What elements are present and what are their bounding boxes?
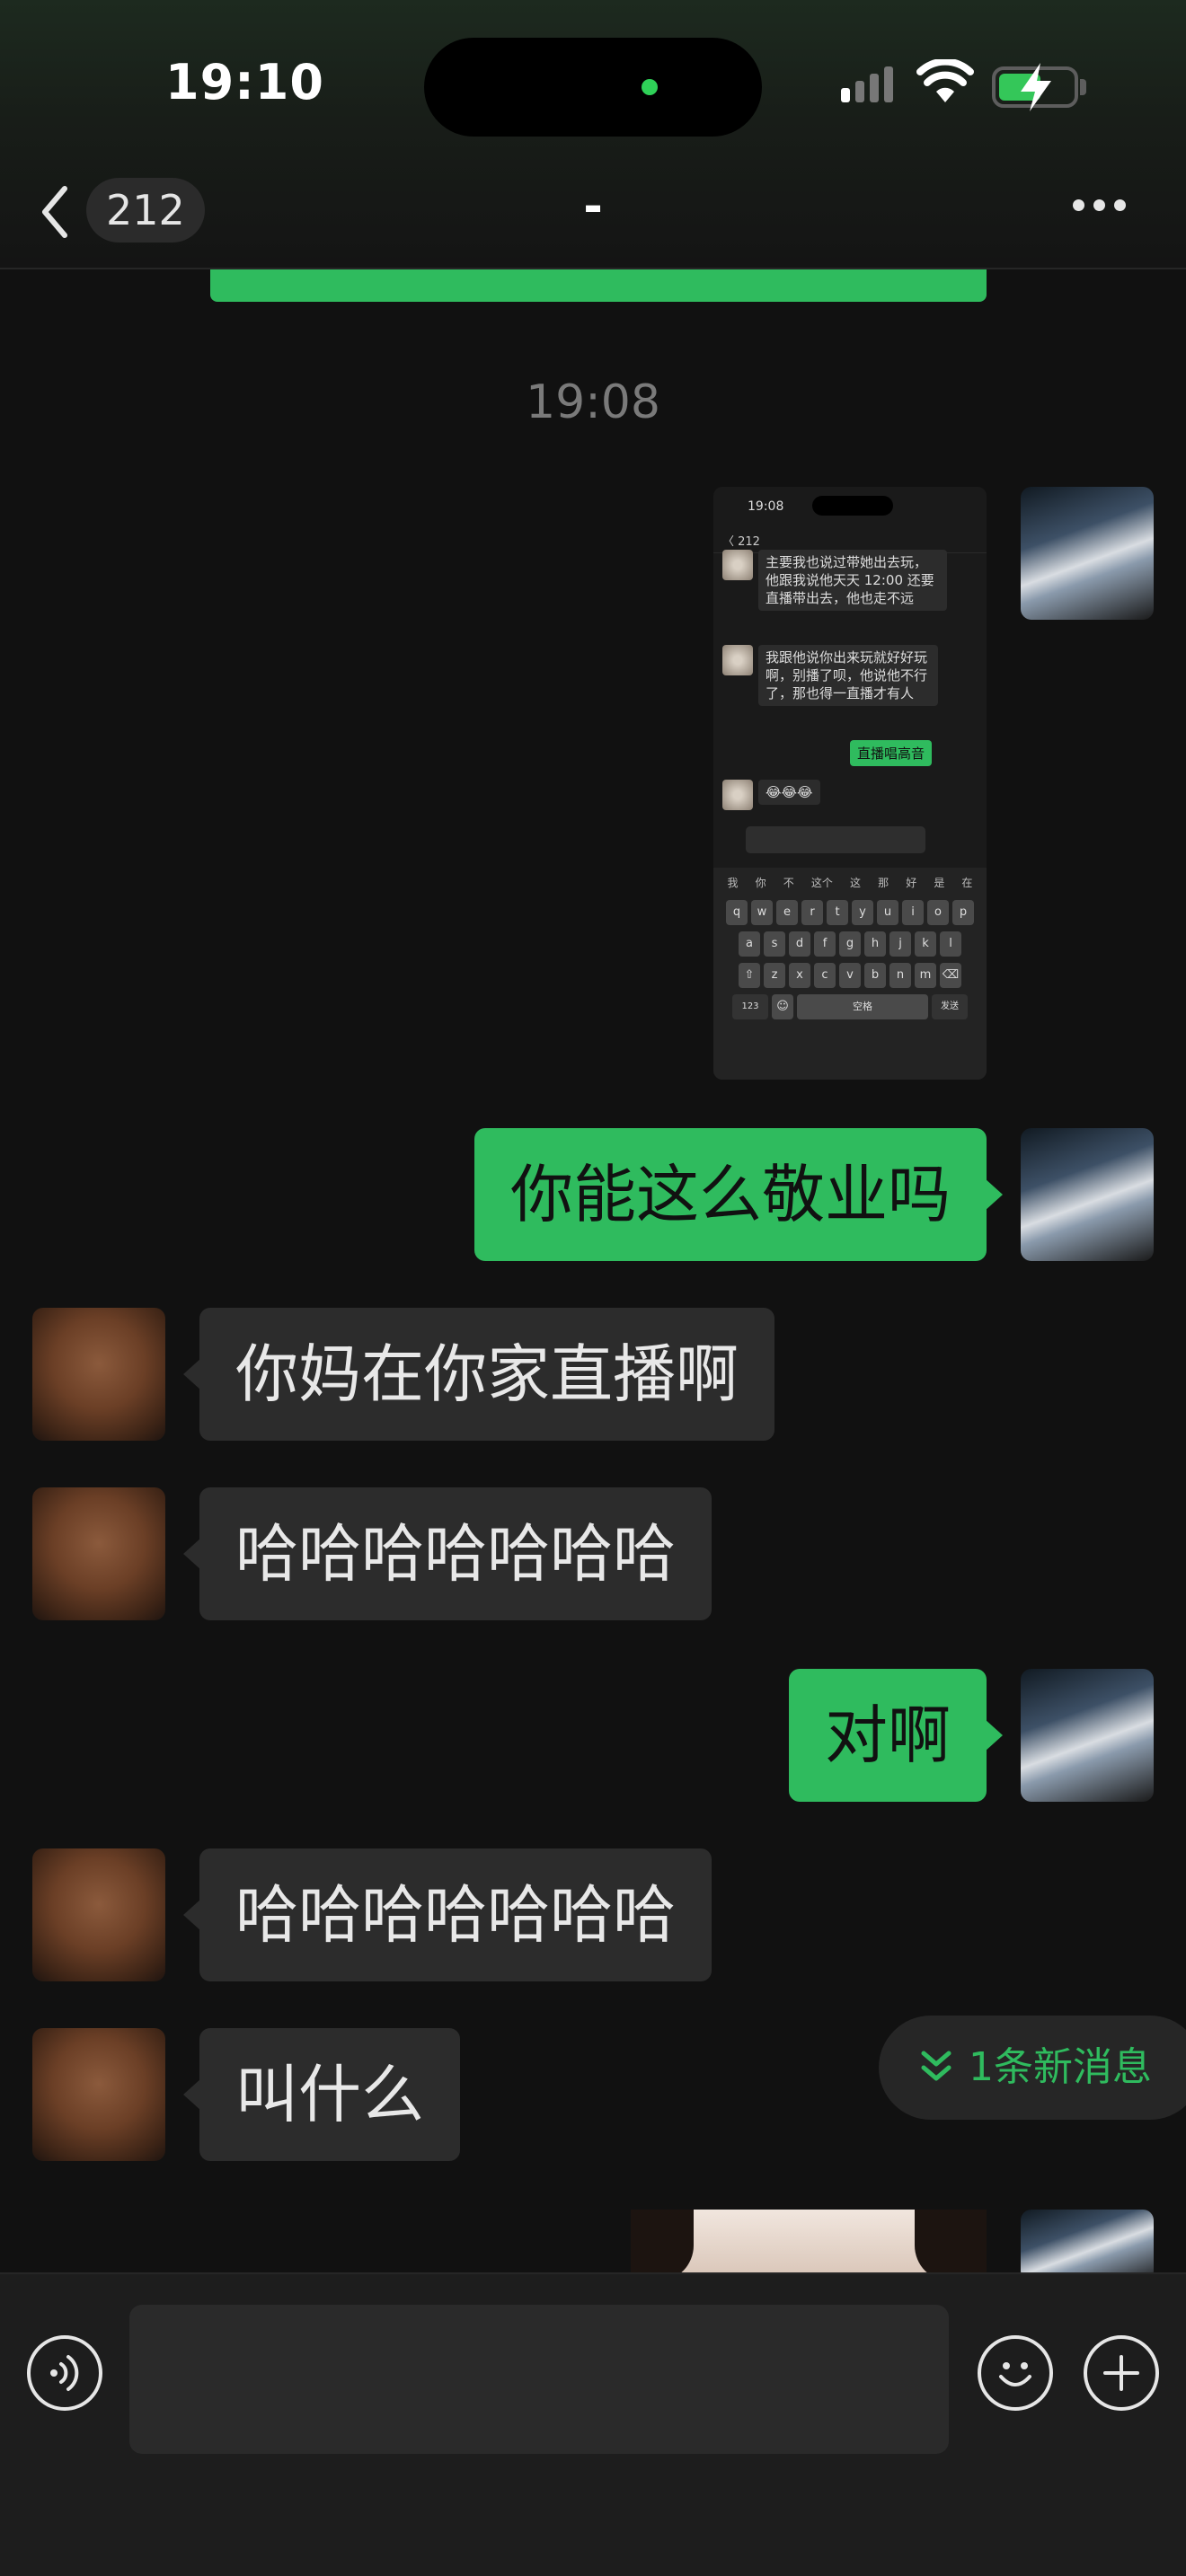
- charging-bolt-icon: [1021, 63, 1051, 111]
- message-bubble-received[interactable]: 哈哈哈哈哈哈哈: [183, 1848, 712, 1981]
- smiley-icon: [999, 2362, 1031, 2386]
- contact-avatar[interactable]: [32, 1848, 165, 1981]
- message-bubble-received[interactable]: 叫什么: [183, 2028, 460, 2161]
- my-avatar[interactable]: [1021, 1128, 1154, 1261]
- dynamic-island: [424, 38, 762, 137]
- my-avatar[interactable]: [1021, 487, 1154, 620]
- thumb-suggestions: 我你不这个这那好是在: [727, 877, 973, 889]
- chevron-double-down-icon: [921, 2051, 951, 2081]
- thumb-green-message: 直播唱高音: [850, 740, 933, 766]
- new-messages-label: 1条新消息: [969, 2044, 1152, 2090]
- new-messages-button[interactable]: 1条新消息: [879, 2016, 1186, 2120]
- thumb-status-time: 19:08: [748, 499, 784, 514]
- thumb-message: 我跟他说你出来玩就好好玩啊，别播了呗，他说他不行了，那也得一直播才有人: [758, 645, 938, 706]
- chat-screen: 19:10 212 - 19:08 19:08 〈 212 主要我也说过带她出去…: [0, 0, 1186, 2576]
- contact-avatar[interactable]: [32, 2028, 165, 2161]
- thumb-avatar: [722, 780, 753, 810]
- my-avatar[interactable]: [1021, 2210, 1154, 2281]
- chat-header: 19:10 212 -: [0, 0, 1186, 269]
- back-button[interactable]: [40, 176, 75, 248]
- thumb-island: [812, 496, 893, 516]
- message-bubble-sent[interactable]: 对啊: [789, 1669, 1003, 1802]
- message-input[interactable]: [129, 2305, 949, 2454]
- chat-title: -: [583, 180, 603, 234]
- message-bubble-received[interactable]: 哈哈哈哈哈哈哈: [183, 1487, 712, 1620]
- input-bar: [0, 2272, 1186, 2576]
- thumb-back: 〈 212: [722, 535, 760, 549]
- thumb-message: 主要我也说过带她出去玩，他跟我说他天天 12:00 还要直播带出去，他也走不远: [758, 550, 947, 611]
- message-bubble-sent[interactable]: 你能这么敬业吗: [474, 1128, 1003, 1261]
- thumb-input-bar: [721, 821, 981, 857]
- chevron-left-icon: [42, 186, 67, 238]
- thumb-key-row: 123 ☺ 空格 发送: [713, 994, 987, 1019]
- plus-icon[interactable]: [1084, 2335, 1159, 2411]
- emoji-icon[interactable]: [978, 2335, 1053, 2411]
- message-bubble-received[interactable]: 你妈在你家直播啊: [183, 1308, 774, 1441]
- unread-count-badge[interactable]: 212: [86, 178, 205, 243]
- thumb-keyboard: 我你不这个这那好是在 qwertyuiop asdfghjkl ⇧ z x c v b n m…: [713, 868, 987, 1080]
- camera-indicator: [642, 79, 658, 95]
- thumb-key-row: asdfghjkl: [713, 931, 987, 957]
- more-icon[interactable]: [1073, 199, 1126, 211]
- photo-message[interactable]: [631, 2210, 987, 2281]
- message-timestamp: 19:08: [526, 375, 660, 429]
- battery-cap: [1080, 79, 1086, 95]
- signal-icon: [841, 66, 893, 102]
- thumb-avatar: [722, 645, 753, 675]
- plus-glyph-icon: [1103, 2355, 1139, 2391]
- thumb-key-row: ⇧ z x c v b n m ⌫: [713, 963, 987, 988]
- thumb-emoji-message: 😂😂😂: [758, 780, 820, 805]
- thumb-key-row: qwertyuiop: [713, 900, 987, 925]
- status-time: 19:10: [165, 54, 324, 110]
- thumb-avatar: [722, 550, 753, 580]
- voice-waves-icon: [50, 2355, 79, 2391]
- contact-avatar[interactable]: [32, 1487, 165, 1620]
- my-avatar[interactable]: [1021, 1669, 1154, 1802]
- voice-icon[interactable]: [27, 2335, 102, 2411]
- screenshot-image-message[interactable]: 19:08 〈 212 主要我也说过带她出去玩，他跟我说他天天 12:00 还要…: [713, 487, 987, 1080]
- contact-avatar[interactable]: [32, 1308, 165, 1441]
- wifi-icon: [916, 59, 974, 102]
